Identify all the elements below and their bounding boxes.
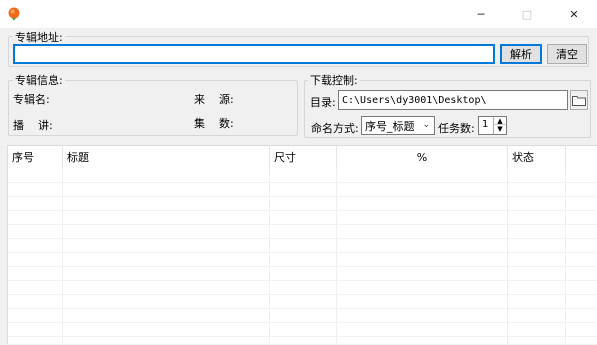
col-header-index[interactable]: 序号 [8, 146, 63, 168]
minimize-button[interactable]: ─ [458, 0, 504, 28]
narrator-label: 播 讲: [13, 119, 53, 132]
grid-line [8, 294, 597, 295]
naming-method-value: 序号_标题 [365, 119, 415, 133]
app-icon [8, 7, 20, 21]
directory-label: 目录: [310, 96, 336, 109]
album-address-legend: 专辑地址: [13, 29, 65, 45]
browse-button[interactable] [570, 90, 588, 110]
grid-line [8, 224, 597, 225]
album-url-input[interactable] [13, 44, 495, 64]
directory-input[interactable] [338, 90, 568, 110]
col-header-status[interactable]: 状态 [508, 146, 566, 168]
naming-method-select[interactable]: 序号_标题 ⌄ [361, 116, 435, 135]
grid-line [8, 182, 597, 183]
album-info-legend: 专辑信息: [13, 72, 65, 88]
task-count-value: 1 [482, 119, 489, 130]
grid-line [8, 336, 597, 337]
close-button[interactable]: ✕ [551, 0, 597, 28]
column-divider [336, 168, 337, 345]
col-header-percent[interactable]: % [337, 146, 508, 168]
spin-down-button[interactable]: ▼ [493, 125, 506, 134]
col-header-status-label: 状态 [512, 151, 534, 164]
download-list[interactable]: 序号 标题 尺寸 % 状态 [7, 145, 597, 345]
column-divider [269, 168, 270, 345]
col-header-size-label: 尺寸 [274, 151, 296, 164]
grid-line [8, 196, 597, 197]
grid-line [8, 308, 597, 309]
column-divider [507, 168, 508, 345]
col-header-title[interactable]: 标题 [63, 146, 270, 168]
grid-line [8, 210, 597, 211]
col-header-percent-label: % [416, 150, 428, 164]
maximize-button[interactable]: □ [504, 0, 550, 28]
source-label: 来 源: [194, 93, 234, 106]
column-divider [62, 168, 63, 345]
grid-line [8, 322, 597, 323]
title-bar: ─ □ ✕ [0, 0, 597, 28]
col-header-index-label: 序号 [12, 151, 34, 164]
chevron-down-icon: ⌄ [422, 120, 430, 130]
clear-button[interactable]: 清空 [547, 44, 587, 64]
episodes-label: 集 数: [194, 117, 234, 130]
column-divider [565, 168, 566, 345]
grid-line [8, 238, 597, 239]
parse-button[interactable]: 解析 [500, 44, 542, 64]
task-count-spinner[interactable]: 1 ▲ ▼ [478, 116, 507, 135]
naming-method-label: 命名方式: [311, 122, 359, 135]
col-header-size[interactable]: 尺寸 [270, 146, 337, 168]
folder-icon [572, 95, 586, 106]
spin-up-button[interactable]: ▲ [493, 117, 506, 125]
grid-line [8, 280, 597, 281]
col-header-title-label: 标题 [67, 151, 89, 164]
task-count-label: 任务数: [438, 122, 475, 135]
grid-line [8, 252, 597, 253]
download-control-legend: 下载控制: [308, 72, 360, 88]
album-name-label: 专辑名: [13, 93, 50, 106]
grid-line [8, 266, 597, 267]
